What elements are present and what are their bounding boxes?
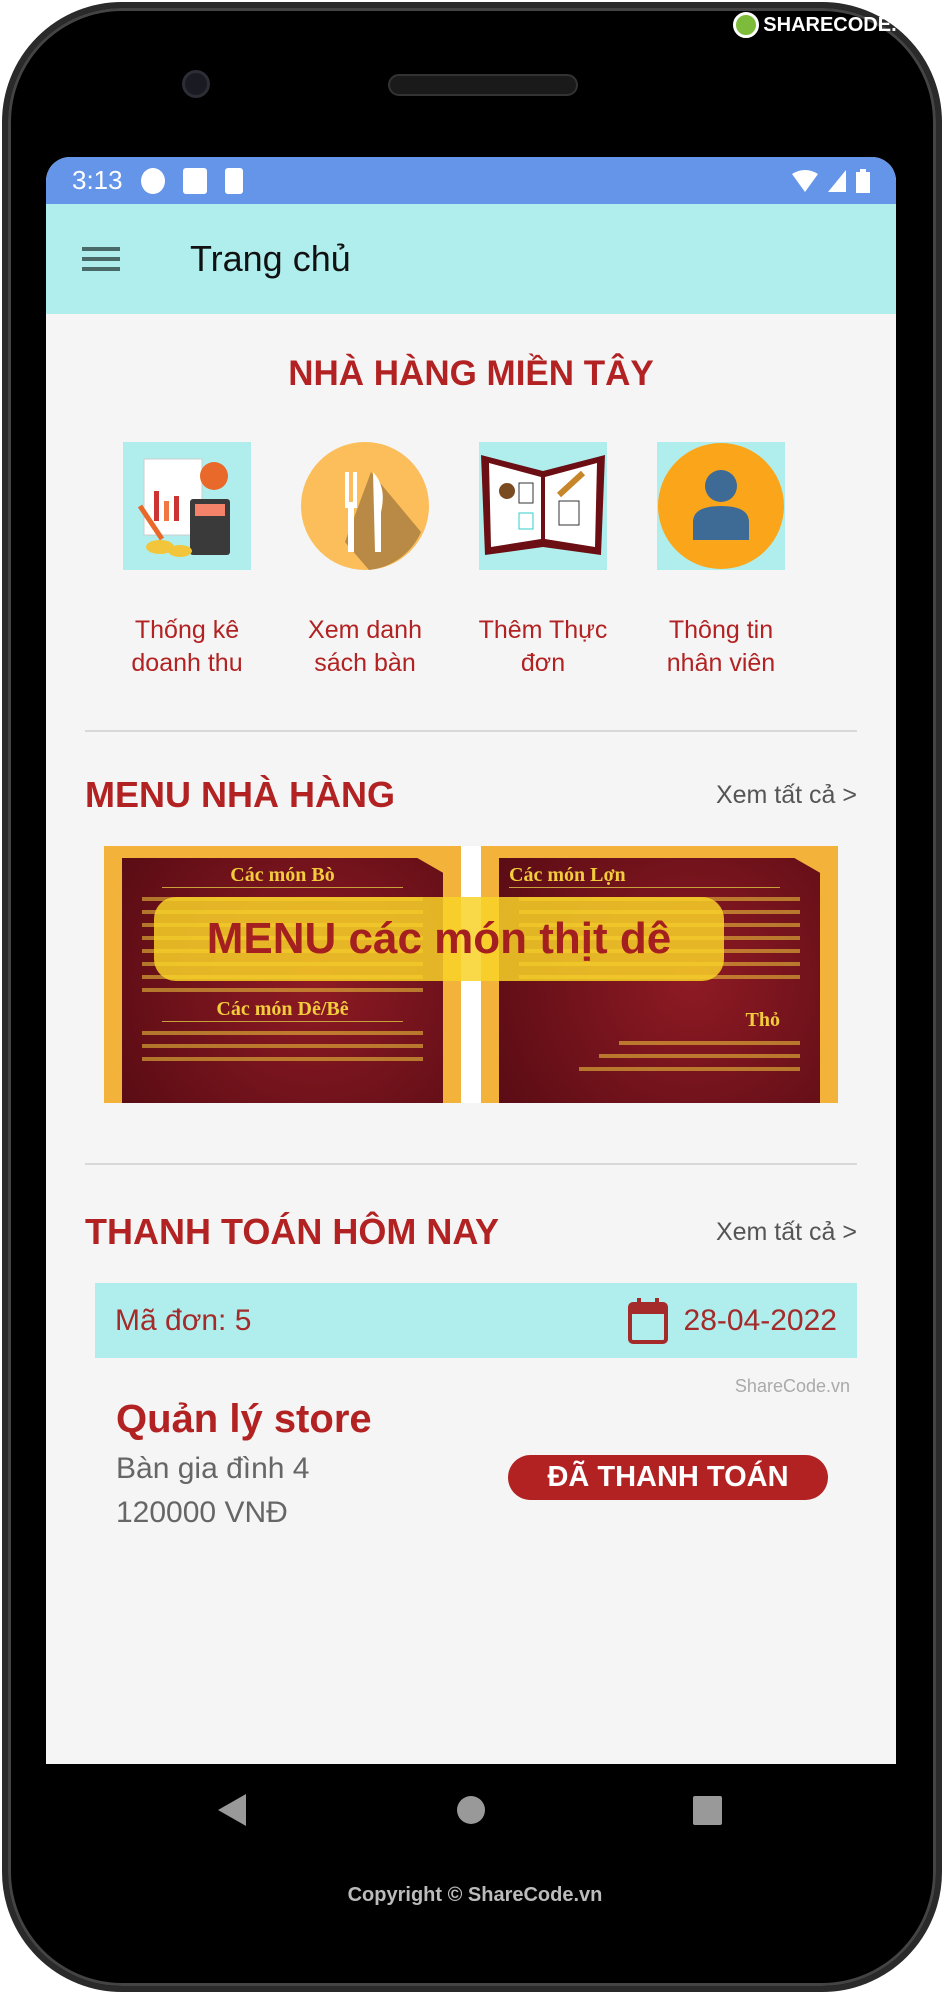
hamburger-icon[interactable] — [82, 247, 120, 271]
watermark-text: ShareCode.vn — [734, 1376, 850, 1396]
payments-section-title: THANH TOÁN HÔM NAY — [85, 1211, 500, 1252]
calendar-icon — [627, 1297, 668, 1344]
panel-heading: Các món Lợn — [509, 864, 780, 888]
order-header[interactable]: Mã đơn: 5 28-04-2022 — [95, 1283, 857, 1358]
order-customer: Quản lý store — [116, 1397, 372, 1441]
divider — [85, 1163, 857, 1165]
panel-heading: Thỏ — [745, 1009, 780, 1031]
navigation-bar — [46, 1764, 896, 1864]
sharecode-logo-icon — [733, 12, 760, 38]
feature-label: Thống kê doanh thu — [131, 616, 243, 677]
menu-book-icon — [479, 442, 607, 570]
statistics-icon — [123, 442, 251, 570]
wifi-icon — [792, 169, 818, 192]
feature-staff-info[interactable]: Thông tin nhân viên — [632, 442, 810, 680]
payments-see-all-link[interactable]: Xem tất cả > — [716, 1218, 857, 1247]
home-icon[interactable] — [457, 1796, 485, 1824]
feature-grid: Thống kê doanh thu Xem danh sách bàn Thêm … — [46, 442, 896, 680]
signal-icon — [828, 169, 846, 192]
divider — [85, 730, 857, 732]
menu-section-title: MENU NHÀ HÀNG — [85, 774, 395, 815]
menu-see-all-link[interactable]: Xem tất cả > — [716, 781, 857, 810]
panel-heading: Các món Dê/Bê — [162, 998, 403, 1022]
order-date: 28-04-2022 — [683, 1303, 837, 1337]
feature-add-menu[interactable]: Thêm Thực đơn — [454, 442, 632, 680]
recents-icon[interactable] — [693, 1796, 722, 1825]
toolbar-title: Trang chủ — [190, 238, 351, 279]
payments-section-header: THANH TOÁN HÔM NAY Xem tất cả > — [46, 1211, 896, 1253]
feature-label: Xem danh sách bàn — [308, 616, 422, 677]
menu-banner[interactable]: Các món Bò Các món Dê/Bê Các món Lợn Thỏ… — [104, 846, 838, 1103]
status-bar: 3:13 — [46, 157, 896, 204]
panel-heading: Các món Bò — [162, 864, 403, 888]
menu-section-header: MENU NHÀ HÀNG Xem tất cả > — [46, 774, 896, 816]
back-icon[interactable] — [218, 1794, 246, 1826]
user-icon — [657, 442, 785, 570]
fork-knife-icon — [301, 442, 429, 570]
speaker — [388, 74, 578, 96]
camera — [182, 70, 210, 98]
order-amount: 120000 VNĐ — [116, 1496, 288, 1529]
copyright-text: Copyright © ShareCode.vn — [347, 1884, 603, 1906]
battery-icon — [856, 168, 870, 193]
feature-label: Thêm Thực đơn — [478, 616, 608, 677]
feature-label: Thông tin nhân viên — [666, 616, 776, 677]
settings-icon — [140, 167, 165, 194]
sd-card-icon — [224, 167, 243, 194]
order-card[interactable]: Quản lý store Bàn gia đình 4 120000 VNĐ … — [46, 1397, 896, 1557]
app-screen: 3:13 Trang chủ NHÀ HÀNG MIỀN TÂY Thống k… — [46, 157, 896, 1764]
menu-banner-caption: MENU các món thịt dê — [154, 897, 724, 981]
feature-statistics[interactable]: Thống kê doanh thu — [98, 442, 276, 680]
toolbar: Trang chủ — [46, 204, 896, 314]
order-id: Mã đơn: 5 — [115, 1303, 252, 1337]
logo-text: SHARECODE.vn — [763, 13, 920, 36]
status-badge: ĐÃ THANH TOÁN — [508, 1455, 828, 1500]
sharecode-logo: SHARECODE.vn — [733, 12, 920, 38]
status-time: 3:13 — [72, 165, 123, 195]
feature-tables[interactable]: Xem danh sách bàn — [276, 442, 454, 680]
restaurant-title: NHÀ HÀNG MIỀN TÂY — [288, 354, 654, 393]
gmail-icon — [182, 167, 207, 194]
